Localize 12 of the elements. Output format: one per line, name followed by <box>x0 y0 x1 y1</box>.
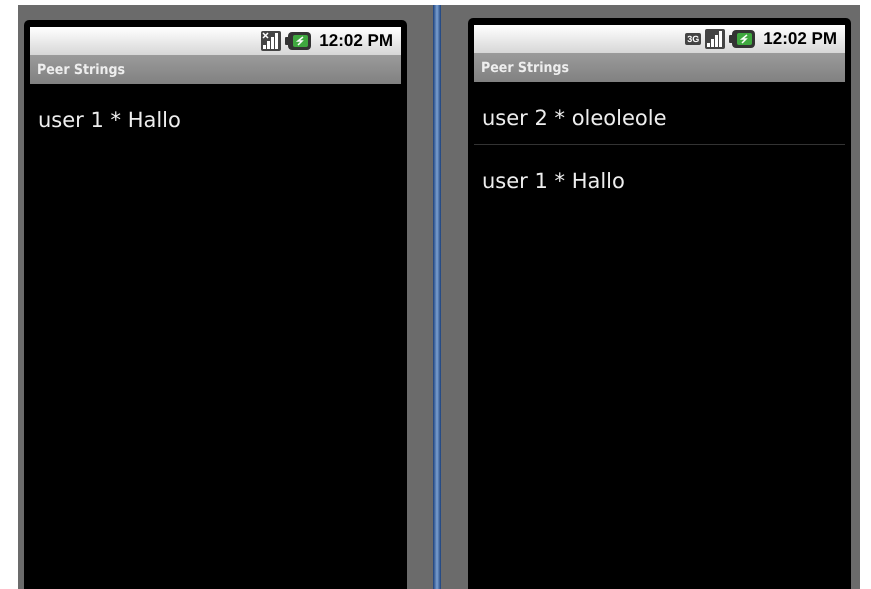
clock-time: 12:02 PM <box>763 29 837 49</box>
message-item[interactable]: user 1 * Hallo <box>30 84 401 146</box>
no-signal-icon <box>261 31 282 51</box>
signal-icon <box>705 29 726 49</box>
app-title: Peer Strings <box>30 55 401 84</box>
clock-time: 12:02 PM <box>319 31 393 51</box>
message-item[interactable]: user 2 * oleoleole <box>474 82 845 145</box>
app-title: Peer Strings <box>474 53 845 82</box>
data-network-icon: 3G <box>685 33 702 45</box>
battery-icon <box>729 30 756 48</box>
battery-icon <box>285 32 312 50</box>
message-item[interactable]: user 1 * Hallo <box>474 145 845 207</box>
